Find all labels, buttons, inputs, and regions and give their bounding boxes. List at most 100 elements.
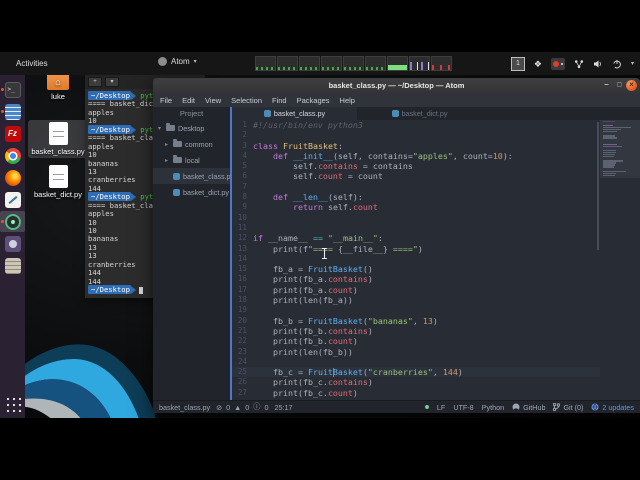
tab-basket_class.py[interactable]: basket_class.py xyxy=(232,107,357,120)
code-line-24[interactable]: 24 xyxy=(232,357,640,367)
code-line-27[interactable]: 27 print(fb_c.count) xyxy=(232,388,640,398)
dock-item-atom[interactable] xyxy=(0,211,25,232)
code-line-12[interactable]: 12 if __name__ == "__main__": xyxy=(232,233,640,243)
code-line-14[interactable]: 14 xyxy=(232,254,640,264)
dock-item-notes[interactable] xyxy=(0,189,25,210)
volume-icon[interactable] xyxy=(593,59,603,69)
screen-recorder-icon[interactable] xyxy=(550,57,565,70)
dock-item-text-editor[interactable] xyxy=(0,101,25,122)
minimize-button[interactable]: – xyxy=(601,80,612,91)
dock-item-docs[interactable] xyxy=(0,255,25,276)
updates-badge[interactable]: 2 updates xyxy=(591,403,634,412)
line-number: 26 xyxy=(237,377,247,387)
updates-icon xyxy=(591,403,599,411)
code-line-15[interactable]: 15 fb_a = FruitBasket() xyxy=(232,264,640,274)
workspace-indicator[interactable]: 1 xyxy=(510,56,525,71)
atom-app-icon xyxy=(158,57,167,66)
cursor-position[interactable]: 25:17 xyxy=(275,403,293,412)
code-line-4[interactable]: 4 def __init__(self, contains="apples", … xyxy=(232,151,640,161)
tree-item-basket_class.py[interactable]: basket_class.py xyxy=(153,168,230,184)
encoding-indicator[interactable]: UTF-8 xyxy=(453,403,473,412)
code-line-23[interactable]: 23 print(len(fb_b)) xyxy=(232,347,640,357)
title-bar[interactable]: basket_class.py — ~/Desktop — Atom – ▢ × xyxy=(153,78,640,93)
tab-basket_dict.py[interactable]: basket_dict.py xyxy=(357,107,482,120)
code-line-9[interactable]: 9 return self.count xyxy=(232,202,640,212)
github-status[interactable]: GitHub xyxy=(512,403,545,412)
dock-item-video[interactable] xyxy=(0,233,25,254)
line-number: 17 xyxy=(237,284,247,294)
menu-file[interactable]: File xyxy=(155,96,177,105)
dock-item-terminal[interactable]: >_ xyxy=(0,79,25,100)
code-line-19[interactable]: 19 xyxy=(232,305,640,315)
dock-item-chrome[interactable] xyxy=(0,145,25,166)
desktop-icon-luke[interactable]: ⌂ luke xyxy=(28,71,88,101)
code-line-5[interactable]: 5 self.contains = contains xyxy=(232,161,640,171)
code-line-17[interactable]: 17 print(fb_a.count) xyxy=(232,285,640,295)
code-line-16[interactable]: 16 print(fb_a.contains) xyxy=(232,274,640,284)
code-line-11[interactable]: 11 xyxy=(232,223,640,233)
code-line-13[interactable]: 13 print(f"==== {__file__} ====") xyxy=(232,244,640,254)
line-number: 7 xyxy=(242,181,247,191)
app-menu[interactable]: Atom ▾ xyxy=(158,57,197,66)
status-bar-right: LF UTF-8 Python GitHub Git (0) 2 updates xyxy=(424,403,634,412)
line-ending-indicator[interactable]: LF xyxy=(437,403,445,412)
cpu-graph xyxy=(299,56,320,71)
terminal-tab-dropdown-button[interactable]: ▾ xyxy=(105,77,119,87)
code-line-25[interactable]: 25 fb_c = FruitBasket("cranberries", 144… xyxy=(232,367,640,378)
system-monitor-applet[interactable] xyxy=(255,56,452,71)
tab-label: basket_dict.py xyxy=(401,109,448,118)
code-text: class FruitBasket: xyxy=(253,140,343,151)
window-title: basket_class.py — ~/Desktop — Atom xyxy=(328,81,465,90)
network-icon[interactable] xyxy=(574,59,584,69)
code-line-1[interactable]: 1 #!/usr/bin/env python3 xyxy=(232,120,640,130)
git-status[interactable]: Git (0) xyxy=(553,403,583,412)
editor-scrollbar[interactable] xyxy=(597,122,599,250)
tree-item-common[interactable]: ▸ common xyxy=(153,136,230,152)
code-line-3[interactable]: 3 class FruitBasket: xyxy=(232,141,640,151)
code-text: if __name__ == "__main__": xyxy=(253,233,383,244)
terminal-new-tab-button[interactable]: + xyxy=(88,77,102,87)
screen: ⌂ luke basket_class.py basket_dict.py + ▾ ~… xyxy=(0,0,640,480)
menu-selection[interactable]: Selection xyxy=(226,96,267,105)
dock-item-filezilla[interactable]: Fz xyxy=(0,123,25,144)
code-line-7[interactable]: 7 xyxy=(232,182,640,192)
code-line-20[interactable]: 20 fb_b = FruitBasket("bananas", 13) xyxy=(232,316,640,326)
code-line-22[interactable]: 22 print(fb_b.count) xyxy=(232,336,640,346)
tree-view[interactable]: Project ▾ Desktop ▸ common ▸ local basket_clas… xyxy=(153,107,230,400)
show-applications-button[interactable] xyxy=(4,394,22,412)
status-file-name[interactable]: basket_class.py xyxy=(159,403,210,412)
menu-help[interactable]: Help xyxy=(335,96,360,105)
code-line-26[interactable]: 26 print(fb_c.contains) xyxy=(232,377,640,387)
menu-packages[interactable]: Packages xyxy=(292,96,335,105)
code-line-10[interactable]: 10 xyxy=(232,213,640,223)
code-editor[interactable]: 1 #!/usr/bin/env python3 2 3 class FruitBask… xyxy=(232,120,640,400)
menu-edit[interactable]: Edit xyxy=(177,96,200,105)
grammar-indicator[interactable]: Python xyxy=(482,403,504,412)
code-line-6[interactable]: 6 self.count = count xyxy=(232,171,640,181)
menu-find[interactable]: Find xyxy=(267,96,292,105)
power-icon[interactable] xyxy=(612,59,622,69)
code-line-21[interactable]: 21 print(fb_b.contains) xyxy=(232,326,640,336)
code-text: print(fb_b.contains) xyxy=(253,325,373,336)
line-number: 20 xyxy=(237,315,247,325)
minimap[interactable] xyxy=(600,120,640,400)
menu-view[interactable]: View xyxy=(200,96,226,105)
desktop-icon-basket_dict.py[interactable]: basket_dict.py xyxy=(28,165,88,199)
tree-item-local[interactable]: ▸ local xyxy=(153,152,230,168)
code-line-8[interactable]: 8 def __len__(self): xyxy=(232,192,640,202)
maximize-button[interactable]: ▢ xyxy=(614,80,625,91)
code-text: print(fb_c.contains) xyxy=(253,377,373,388)
close-button[interactable]: × xyxy=(626,80,637,91)
tray-chevron-icon[interactable]: ▾ xyxy=(631,60,634,67)
activities-button[interactable]: Activities xyxy=(16,59,48,68)
diagnostics[interactable]: ⊘ 0 ▲ 0 ⓘ 0 xyxy=(216,402,268,412)
tree-item-basket_dict.py[interactable]: basket_dict.py xyxy=(153,184,230,200)
code-line-2[interactable]: 2 xyxy=(232,130,640,140)
status-bar: basket_class.py ⊘ 0 ▲ 0 ⓘ 0 25:17 LF UTF… xyxy=(153,400,640,413)
dropbox-icon[interactable]: ❖ xyxy=(534,58,542,70)
app-menu-label: Atom xyxy=(171,57,190,66)
desktop-icon-basket_class.py[interactable]: basket_class.py xyxy=(28,120,88,158)
code-line-18[interactable]: 18 print(len(fb_a)) xyxy=(232,295,640,305)
tree-item-Desktop[interactable]: ▾ Desktop xyxy=(153,120,230,136)
dock-item-firefox[interactable] xyxy=(0,167,25,188)
